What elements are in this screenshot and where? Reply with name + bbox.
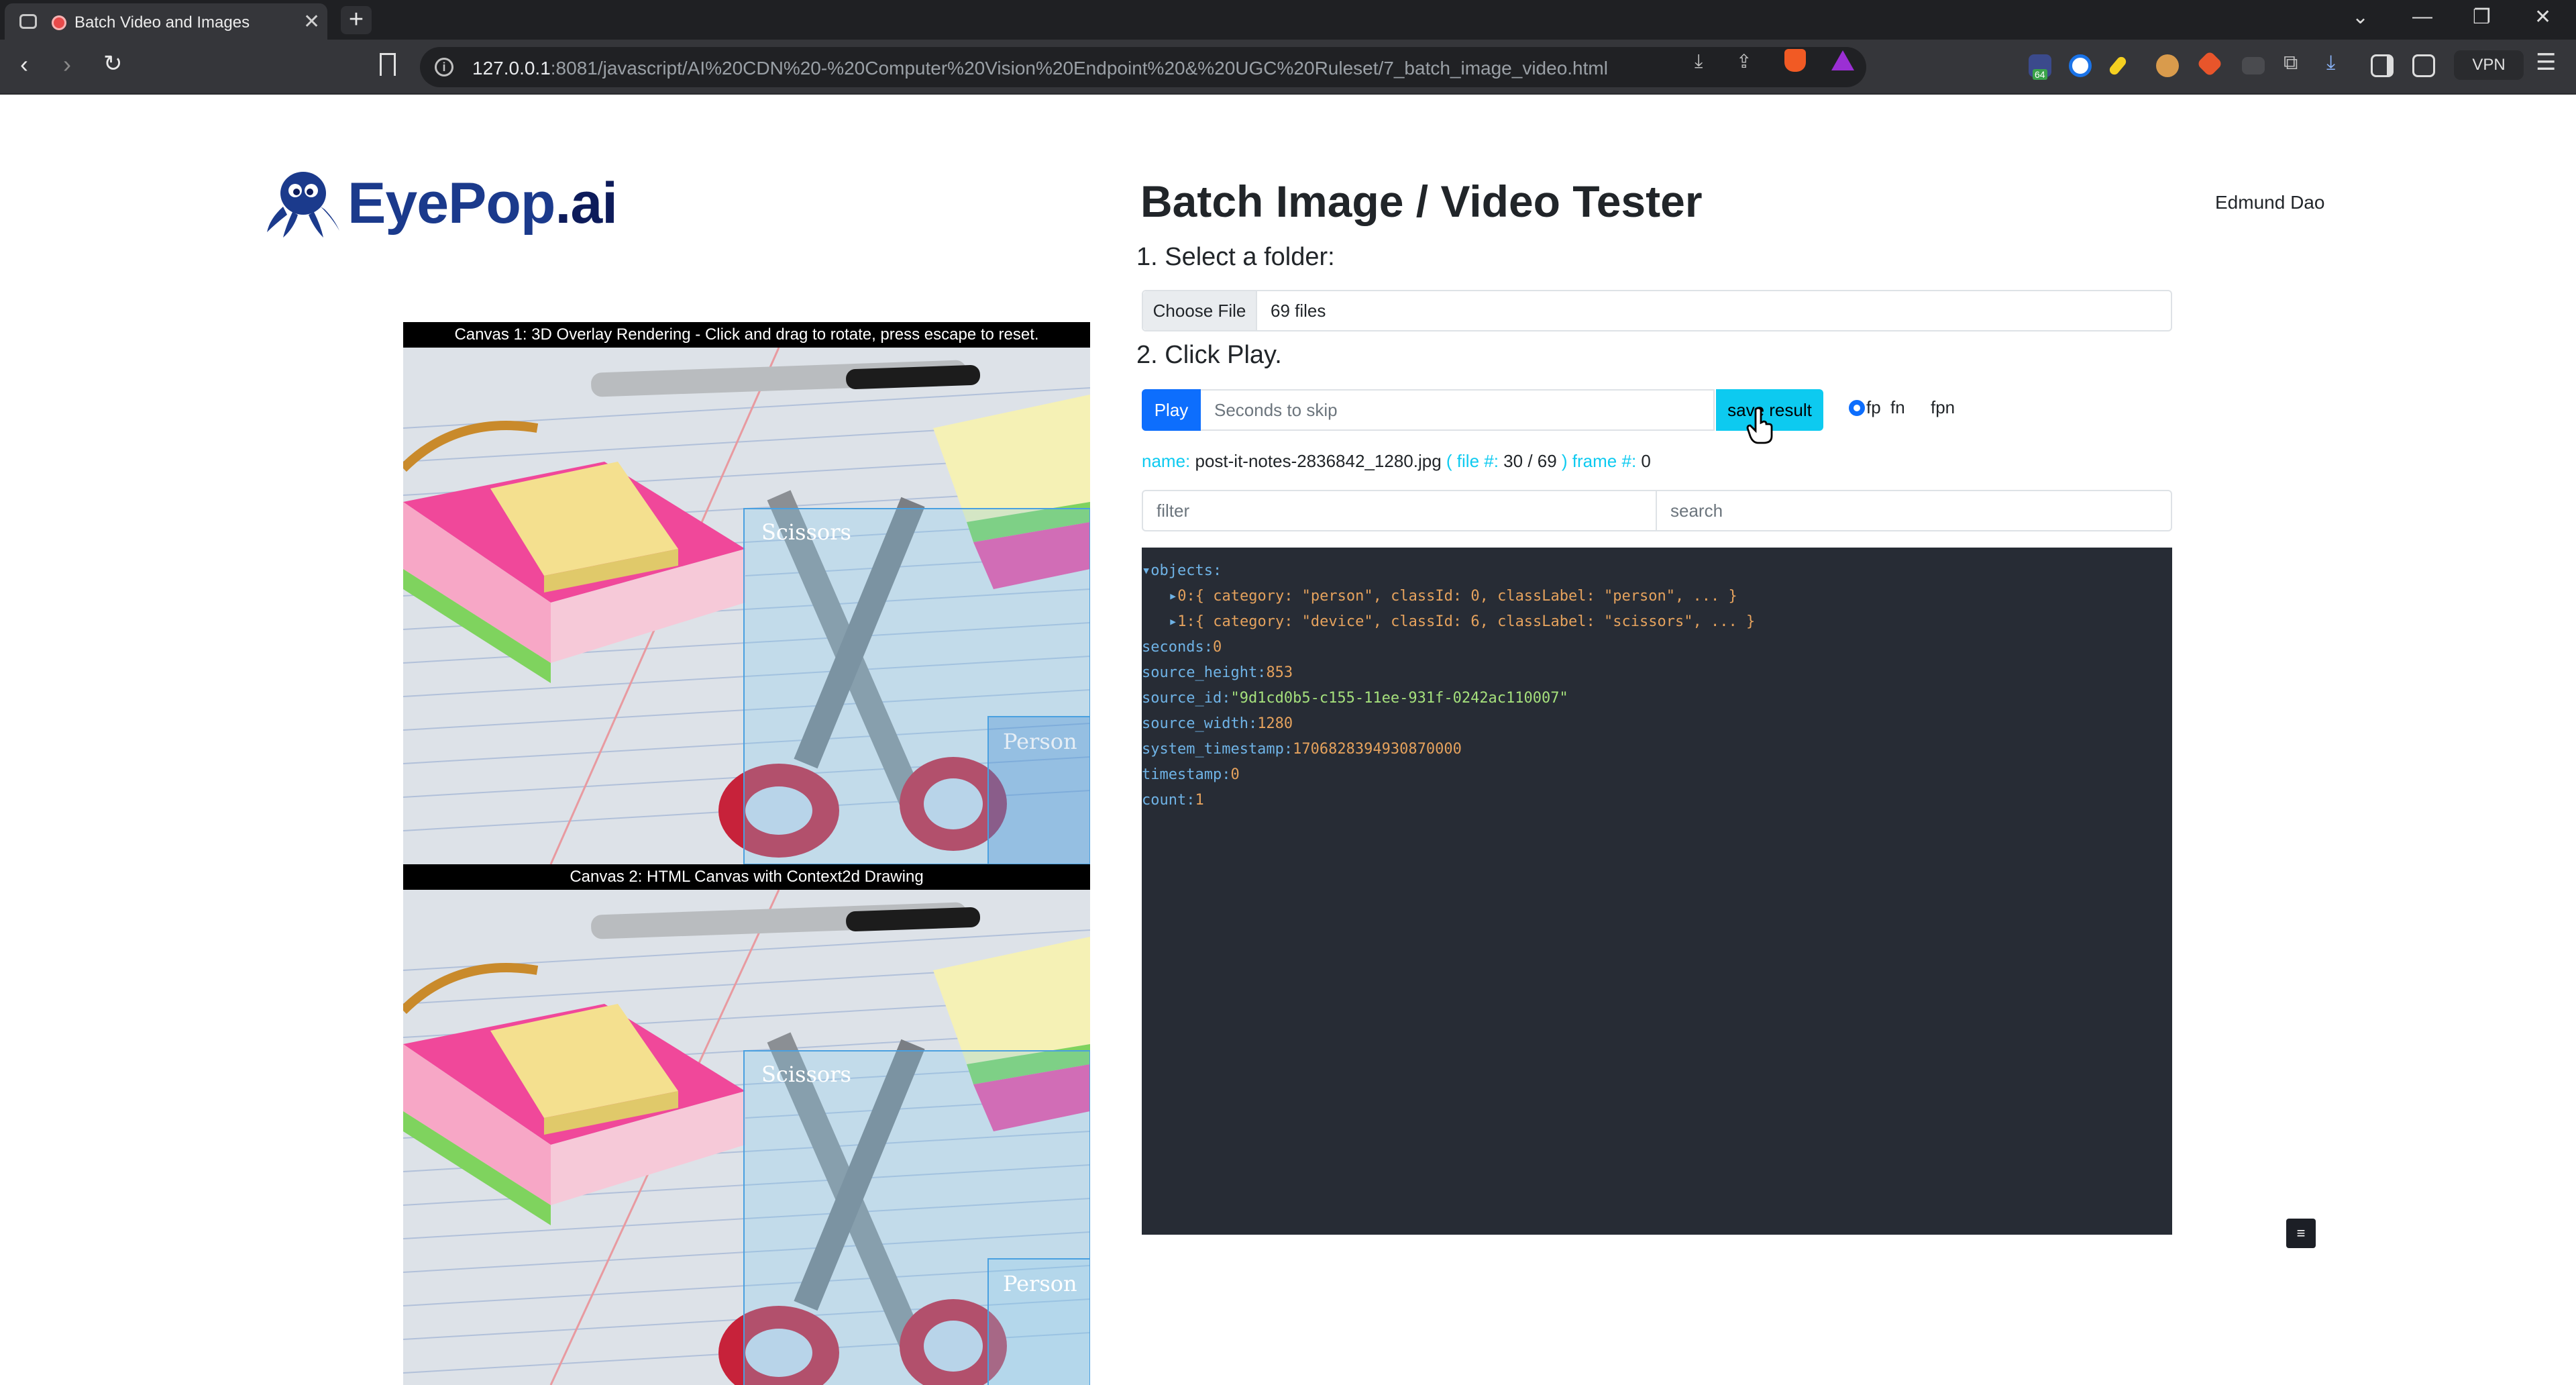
radio-fpn-label: fpn [1931,397,1955,417]
octopus-logo-icon [267,172,339,238]
extensions-puzzle-icon[interactable]: ⧉ [2284,52,2298,74]
json-seconds-row: seconds:0 [1142,639,1222,656]
recording-icon [52,15,66,30]
file-number: 30 / 69 [1503,451,1557,471]
hamburger-icon: ≡ [2296,1225,2306,1241]
site-info-icon[interactable]: i [435,58,453,76]
wallet-icon[interactable] [2412,54,2435,77]
collapse-triangle-icon[interactable]: ▾ [1142,562,1150,579]
json-timestamp-row: timestamp:0 [1142,766,1240,783]
browser-menu-icon[interactable]: ☰ [2536,49,2556,76]
person-label: Person [1003,1271,1077,1296]
close-tab-icon[interactable]: ✕ [303,10,320,34]
close-window-icon[interactable]: ✕ [2534,5,2551,29]
play-button[interactable]: Play [1142,389,1201,431]
extension-badge-count: 64 [2033,69,2047,80]
back-icon[interactable]: ‹ [20,50,28,79]
json-count-row: count:1 [1142,792,1204,809]
tab-favicon-icon [19,14,37,29]
minimize-window-icon[interactable]: — [2412,5,2432,28]
hamburger-menu-button[interactable]: ≡ [2286,1219,2316,1248]
tab-title: Batch Video and Images [74,13,250,32]
forward-icon[interactable]: › [63,50,71,79]
expand-triangle-icon[interactable]: ▸ [1169,588,1177,605]
json-objects-row[interactable]: ▾objects: [1142,558,1222,584]
person-label: Person [1003,729,1077,754]
seconds-to-skip-input[interactable]: Seconds to skip [1201,389,1715,431]
red-extension-icon[interactable] [2196,50,2223,77]
name-label: name: [1142,451,1191,471]
frame-number: 0 [1641,451,1651,471]
file-name: post-it-notes-2836842_1280.jpg [1195,451,1442,471]
reload-icon[interactable]: ↻ [103,50,123,77]
canvas1-3d-overlay[interactable]: Scissors Person [403,348,1090,864]
radio-fp-dot[interactable] [1849,400,1865,416]
logo-wordmark: EyePop.ai [347,171,618,236]
folder-file-input[interactable]: Choose File 69 files [1142,290,2172,331]
frame-number-label: ) frame #: [1561,451,1637,471]
radio-fpn-dot[interactable] [1924,400,1929,416]
radio-fpn[interactable]: fpn [1924,397,1955,418]
canvas1-scene[interactable] [403,348,1090,864]
restore-window-icon[interactable]: ❐ [2473,5,2491,29]
filter-input[interactable]: filter [1142,490,1657,531]
sidebar-icon[interactable] [2371,54,2394,77]
page-title: Batch Image / Video Tester [1140,176,1703,226]
json-source-height-row: source_height:853 [1142,664,1293,681]
file-number-label: ( file #: [1446,451,1499,471]
address-bar[interactable]: i 127.0.0.1:8081/javascript/AI%20CDN%20-… [420,47,1866,87]
radio-fp-label: fp [1866,397,1881,417]
keyboard-extension-icon[interactable] [2242,57,2265,74]
brave-rewards-icon[interactable] [1831,50,1854,70]
canvas2-context2d: Scissors Person [403,890,1090,1385]
expand-triangle-icon[interactable]: ▸ [1169,613,1177,630]
status-line: name: post-it-notes-2836842_1280.jpg ( f… [1142,451,1651,472]
scissors-label: Scissors [761,519,851,545]
canvas2-scene [403,890,1090,1385]
json-source-id-row: source_id:"9d1cd0b5-c155-11ee-931f-0242a… [1142,690,1568,707]
scissors-label: Scissors [761,1062,851,1087]
url-text[interactable]: 127.0.0.1:8081/javascript/AI%20CDN%20-%2… [472,58,1608,79]
step1-heading: 1. Select a folder: [1136,243,1335,271]
brave-shields-icon[interactable] [1784,49,1806,72]
canvas2-caption: Canvas 2: HTML Canvas with Context2d Dra… [403,864,1090,890]
bookmark-icon[interactable] [380,53,396,76]
extension-circle-icon[interactable] [2069,54,2092,77]
canvas1-caption: Canvas 1: 3D Overlay Rendering - Click a… [403,322,1090,348]
downloads-icon[interactable]: ⤓ [2326,52,2335,74]
json-result-viewer[interactable]: ▾objects: ▸0:{ category: "person", class… [1142,548,2172,1235]
highlighter-extension-icon[interactable] [2107,55,2129,76]
json-system-timestamp-row: system_timestamp:1706828394930870000 [1142,741,1462,758]
user-name[interactable]: Edmund Dao [2215,192,2324,213]
tab-search-chevron-icon[interactable]: ⌄ [2352,5,2369,29]
share-icon[interactable]: ⇪ [1736,50,1752,72]
browser-tab[interactable]: Batch Video and Images ✕ [5,3,327,40]
search-input[interactable]: search [1656,490,2172,531]
browser-toolbar: ‹ › ↻ i 127.0.0.1:8081/javascript/AI%20C… [0,40,2576,95]
radio-fn-label: fn [1890,397,1905,417]
radio-fp[interactable]: fp [1849,397,1881,418]
cookie-extension-icon[interactable] [2156,54,2179,77]
vpn-button[interactable]: VPN [2454,50,2524,80]
new-tab-button[interactable]: + [341,6,372,34]
download-icon[interactable]: ⤓ [1695,50,1703,72]
json-object-0-row[interactable]: ▸0:{ category: "person", classId: 0, cla… [1169,584,1737,609]
browser-tab-bar: Batch Video and Images ✕ + ⌄ — ❐ ✕ [0,0,2576,40]
step2-heading: 2. Click Play. [1136,341,1282,369]
selected-files-count: 69 files [1271,301,1326,321]
json-object-1-row[interactable]: ▸1:{ category: "device", classId: 6, cla… [1169,609,1755,635]
json-source-width-row: source_width:1280 [1142,715,1293,732]
radio-fn[interactable]: fn [1886,397,1905,418]
vpn-label: VPN [2472,56,2506,74]
hand-cursor-icon [1746,407,1773,444]
choose-file-button[interactable]: Choose File [1143,291,1257,330]
radio-fn-dot[interactable] [1886,400,1889,416]
